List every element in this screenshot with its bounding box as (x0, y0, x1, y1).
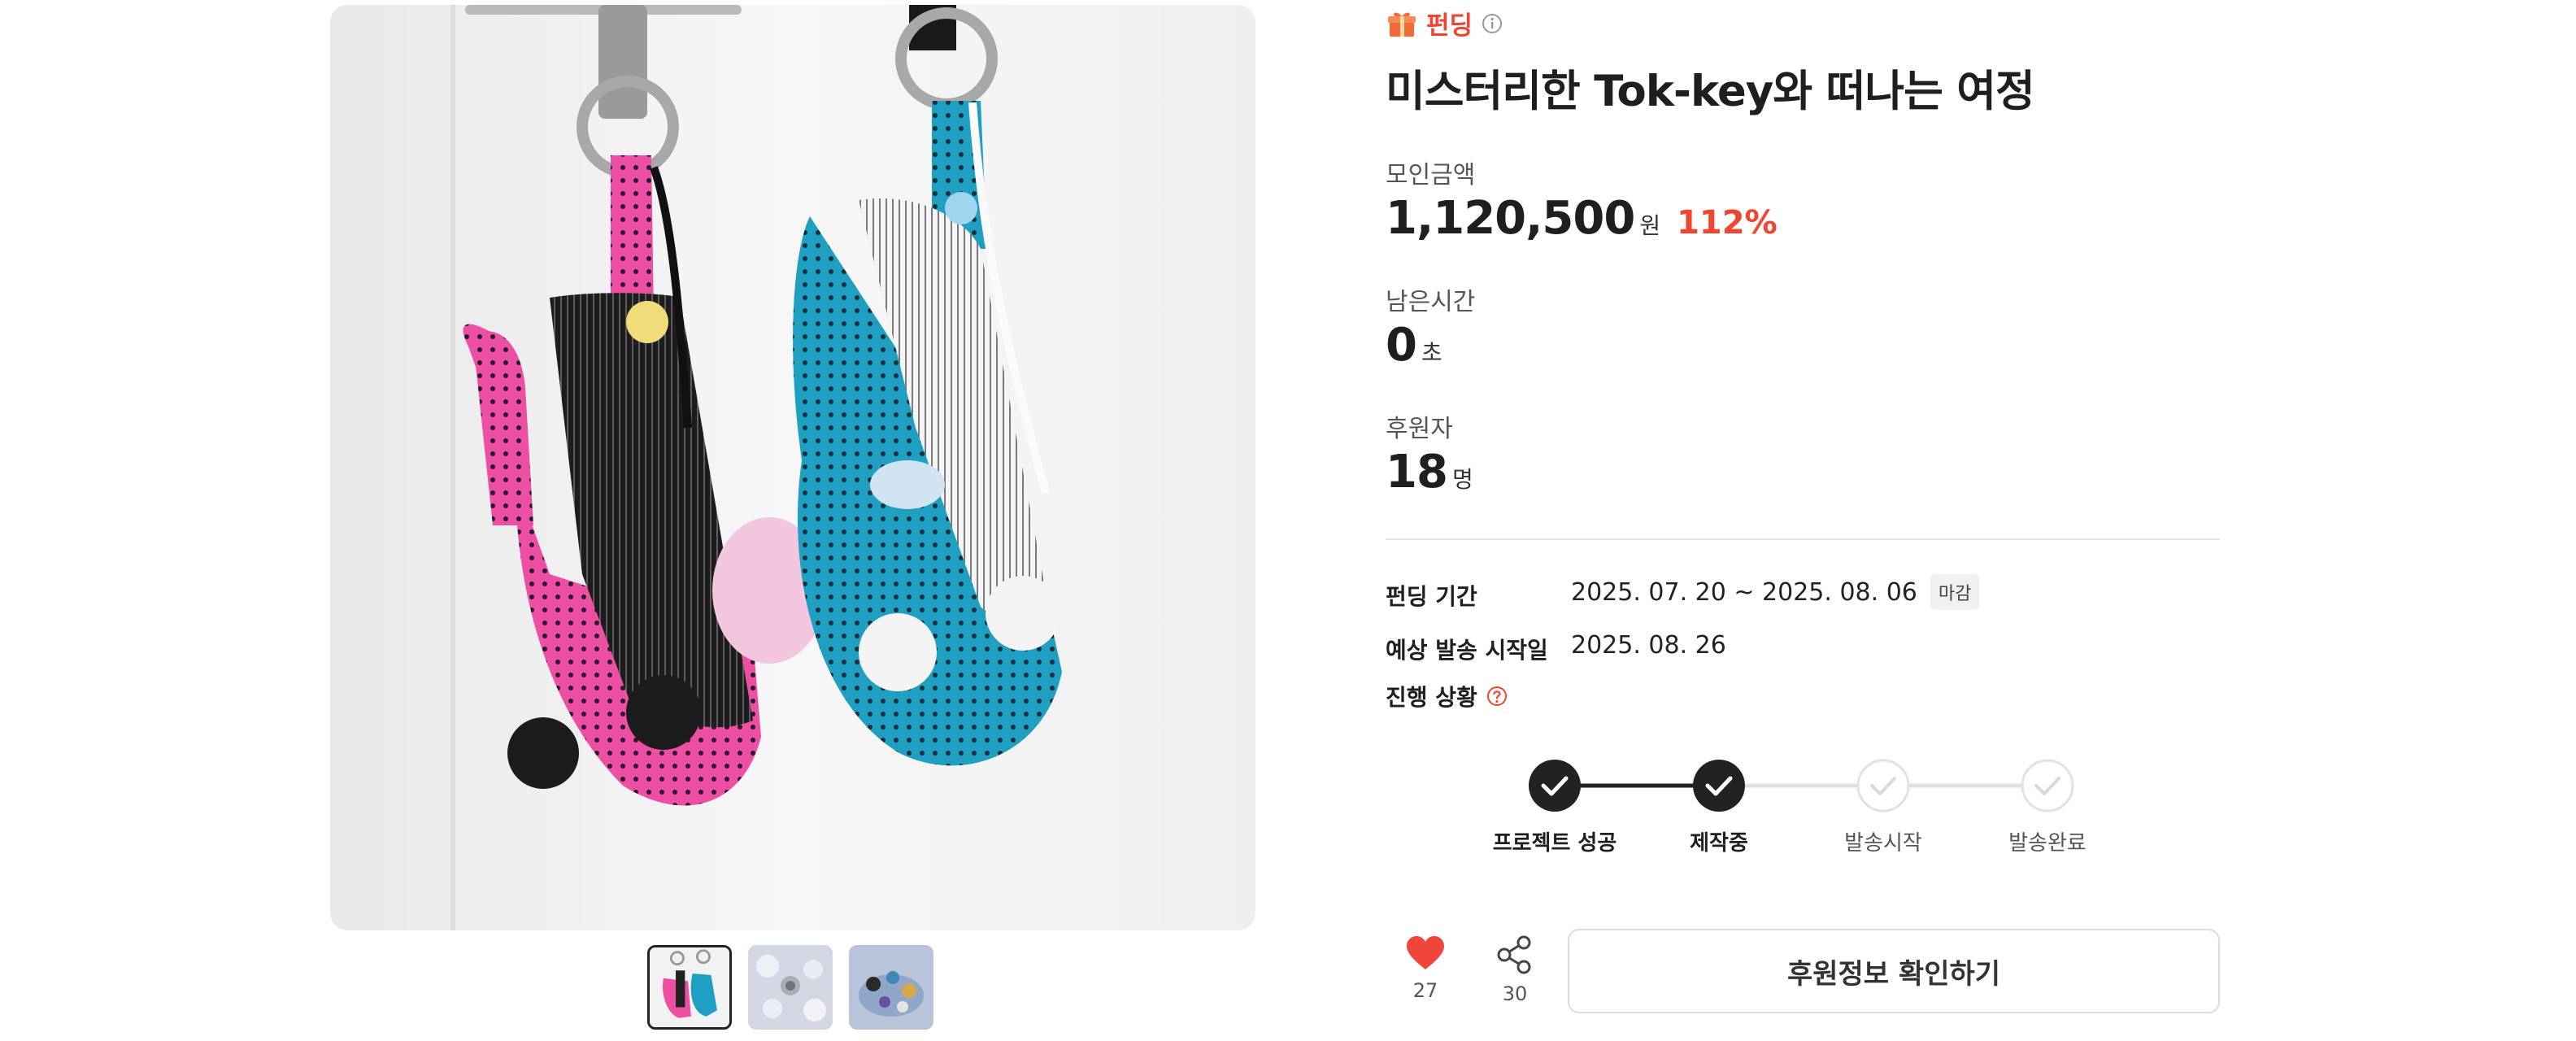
ship-date-row: 2025. 08. 26 (1571, 631, 1726, 660)
product-main-image[interactable] (330, 5, 1255, 930)
amount-percent: 112% (1677, 204, 1778, 242)
step-3-label: 발송시작 (1844, 831, 1922, 856)
step-1-label: 프로젝트 성공 (1492, 831, 1617, 856)
share-button[interactable]: 30 (1486, 935, 1543, 1005)
thumbnail-strip (647, 945, 933, 1030)
time-value-row: 0 초 (1386, 319, 1442, 372)
backers-value: 18 (1386, 446, 1448, 499)
step-2-done-icon (1693, 760, 1745, 812)
share-count: 30 (1502, 982, 1528, 1005)
amount-value: 1,120,500 (1386, 192, 1635, 245)
heart-icon (1407, 936, 1444, 969)
status-row: 진행 상황 (1386, 680, 1508, 712)
status-label: 진행 상황 (1386, 684, 1477, 711)
rabbit-keyrings-thumbnail (650, 947, 729, 1027)
backers-label: 후원자 (1386, 415, 1453, 443)
like-button[interactable]: 27 (1397, 935, 1454, 1002)
time-value: 0 (1386, 319, 1417, 372)
thumbnail-2[interactable] (748, 945, 833, 1030)
progress-steps: 프로젝트 성공 제작중 발송시작 발송완료 (1386, 756, 2220, 862)
ship-date-label: 예상 발송 시작일 (1386, 637, 1548, 664)
step-3-pending-icon (1856, 759, 1910, 812)
thumbnail-1[interactable] (647, 945, 732, 1030)
amount-value-row: 1,120,500 원 112% (1386, 192, 1778, 245)
step-4-label: 발송완료 (2008, 831, 2086, 856)
rabbit-keyrings-photo (330, 5, 1255, 930)
view-backing-info-button[interactable]: 후원정보 확인하기 (1568, 929, 2220, 1013)
section-divider (1386, 538, 2220, 540)
step-4-pending-icon (2021, 759, 2074, 812)
amount-unit: 원 (1639, 212, 1661, 239)
gift-icon (1388, 11, 1416, 37)
time-label: 남은시간 (1386, 288, 1476, 316)
category-label[interactable]: 펀딩 (1426, 5, 1473, 41)
thumbnail-3[interactable] (849, 945, 933, 1030)
amount-label: 모인금액 (1386, 161, 1476, 189)
step-2-label: 제작중 (1690, 831, 1748, 856)
question-circle-icon[interactable] (1486, 685, 1508, 708)
backers-unit: 명 (1451, 466, 1473, 493)
ship-date-value: 2025. 08. 26 (1571, 631, 1726, 660)
category-row: 펀딩 (1386, 5, 1503, 41)
share-icon (1497, 935, 1531, 974)
closed-badge: 마감 (1930, 574, 1980, 610)
project-title: 미스터리한 Tok-key와 떠나는 여정 (1386, 67, 2035, 116)
period-row: 2025. 07. 20 ~ 2025. 08. 06 마감 (1571, 574, 1980, 610)
time-unit: 초 (1421, 339, 1442, 366)
step-1-done-icon (1529, 760, 1581, 812)
period-label: 펀딩 기간 (1386, 583, 1477, 610)
progress-track (1529, 759, 2074, 812)
metal-ring-thumbnail (748, 945, 833, 1030)
action-bar: 27 30 후원정보 확인하기 (1386, 929, 2220, 1015)
info-icon[interactable] (1481, 12, 1503, 35)
period-value: 2025. 07. 20 ~ 2025. 08. 06 (1571, 577, 1917, 607)
backers-value-row: 18 명 (1386, 446, 1473, 499)
like-count: 27 (1412, 979, 1438, 1002)
product-set-thumbnail (849, 945, 933, 1030)
